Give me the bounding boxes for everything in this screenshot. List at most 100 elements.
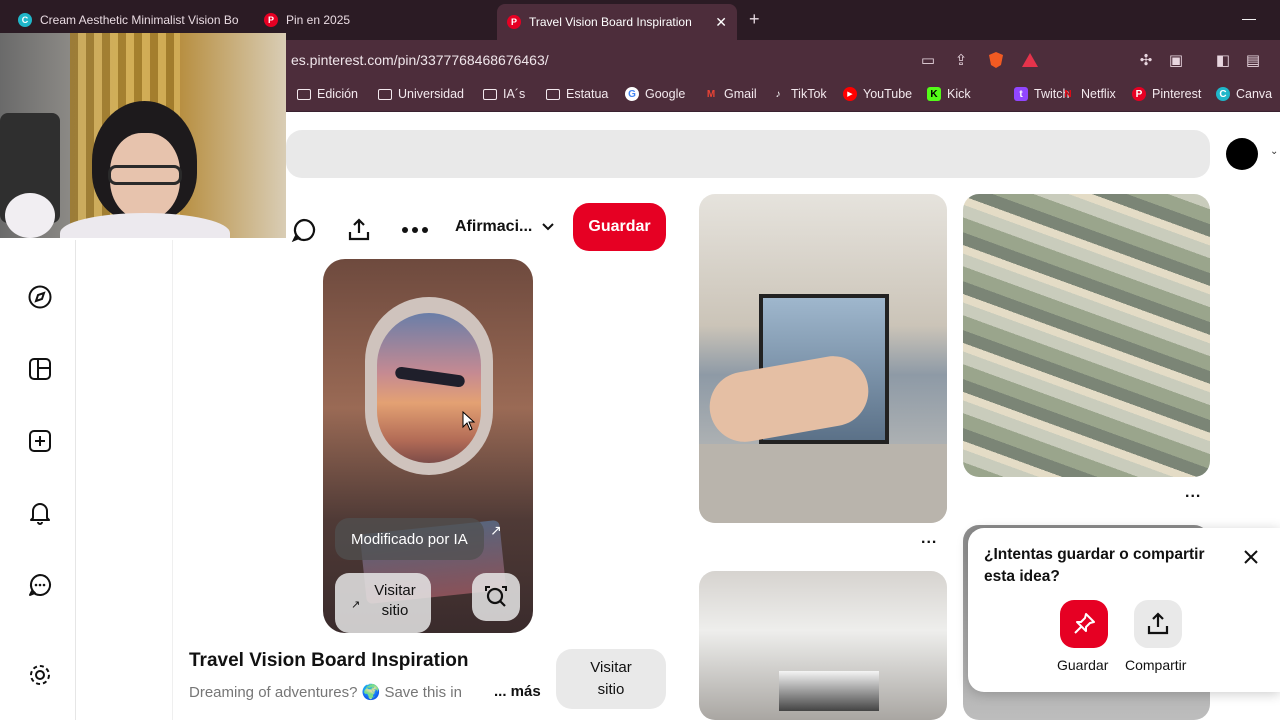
related-pin-house-keys[interactable] <box>699 194 947 523</box>
close-icon[interactable] <box>1242 548 1260 566</box>
folder-icon <box>483 88 497 100</box>
bookmark-netflix[interactable]: N Netflix <box>1061 87 1116 101</box>
bookmark-ias[interactable]: IA´s <box>483 87 525 101</box>
books-stack <box>779 671 879 711</box>
left-navigation <box>0 240 76 720</box>
wallet-icon[interactable]: ▤ <box>1243 50 1263 70</box>
notifications-bell-icon[interactable] <box>27 500 53 526</box>
share-upload-icon[interactable] <box>345 216 373 244</box>
messages-icon[interactable] <box>27 572 53 598</box>
ai-modified-badge[interactable]: Modificado por IA <box>335 518 484 560</box>
webcam-overlay <box>0 33 286 238</box>
tab-canva-vision-board[interactable]: C Cream Aesthetic Minimalist Vision Bo <box>8 5 240 35</box>
bookmark-label: IA´s <box>503 87 526 101</box>
external-arrow-icon: ↗ <box>351 599 361 611</box>
popup-title: ¿Intentas guardar o compartir esta idea? <box>984 546 1205 585</box>
window-sunset-view <box>377 313 481 463</box>
tab-travel-vision-board[interactable]: P Travel Vision Board Inspiration ✕ <box>497 4 737 40</box>
share-icon[interactable]: ⇪ <box>951 50 971 70</box>
bookmark-canva[interactable]: C Canva <box>1216 87 1272 101</box>
popup-share-button[interactable] <box>1134 600 1182 648</box>
pinterest-icon: P <box>1132 87 1146 101</box>
more-options-icon[interactable] <box>401 216 429 244</box>
google-icon: G <box>625 87 639 101</box>
bookmark-label: TikTok <box>791 87 827 101</box>
twitch-icon: t <box>1014 87 1028 101</box>
comment-icon[interactable] <box>290 216 318 244</box>
glasses <box>108 165 182 185</box>
bookmark-label: Canva <box>1236 87 1273 101</box>
brave-shield-icon[interactable] <box>986 50 1006 70</box>
external-arrow-icon: ↗ <box>490 522 502 538</box>
url-field[interactable]: es.pinterest.com/pin/3377768468676463/ <box>291 52 549 68</box>
popup-share-label: Compartir <box>1125 657 1187 673</box>
canva-icon: C <box>18 13 32 27</box>
visit-site-overlay-button[interactable]: ↗ Visitar sitio <box>335 573 431 633</box>
settings-gear-icon[interactable] <box>27 662 53 688</box>
gmail-icon: M <box>706 88 716 100</box>
bookmark-label: Universidad <box>398 87 465 101</box>
visual-search-lens-button[interactable] <box>472 573 520 621</box>
sidebar-toggle-icon[interactable]: ◧ <box>1213 50 1233 70</box>
avatar[interactable] <box>1226 138 1258 170</box>
reading-list-icon[interactable]: ▣ <box>1166 50 1186 70</box>
close-tab-icon[interactable]: ✕ <box>715 14 727 31</box>
new-tab-button[interactable]: + <box>749 9 760 30</box>
youtube-icon: ▶ <box>843 87 857 101</box>
bookmark-label: Google <box>645 87 686 101</box>
visit-site-label: Visitar sitio <box>590 659 632 698</box>
save-share-prompt: ¿Intentas guardar o compartir esta idea?… <box>968 528 1280 692</box>
folder-icon <box>297 88 311 100</box>
netflix-icon: N <box>1064 88 1072 100</box>
visit-site-button[interactable]: Visitar sitio <box>556 649 666 709</box>
bookmark-kick[interactable]: K Kick <box>927 87 971 101</box>
related-pin-money-stacks[interactable] <box>963 194 1210 477</box>
canva-icon: C <box>1216 87 1230 101</box>
explore-icon[interactable] <box>27 284 53 310</box>
folder-icon <box>546 88 560 100</box>
bookmark-edicion[interactable]: Edición <box>297 87 358 101</box>
pinterest-icon: P <box>264 13 278 27</box>
folder-icon <box>378 88 392 100</box>
bookmark-label: Pinterest <box>1152 87 1202 101</box>
bookmark-label: YouTube <box>863 87 913 101</box>
bookmark-google[interactable]: G Google <box>625 87 685 101</box>
popup-save-button[interactable] <box>1060 600 1108 648</box>
minimize-window-icon[interactable]: — <box>1242 10 1256 26</box>
bookmark-estatua[interactable]: Estatua <box>546 87 608 101</box>
related-pin-books-flowers[interactable] <box>699 571 947 720</box>
chevron-down-icon[interactable]: ⌄ <box>1270 146 1278 157</box>
save-button[interactable]: Guardar <box>573 203 666 251</box>
bookmark-universidad[interactable]: Universidad <box>378 87 464 101</box>
bookmark-label: Gmail <box>724 87 757 101</box>
pin-title: Travel Vision Board Inspiration <box>189 650 469 671</box>
pin-more-options[interactable]: ... <box>921 530 937 548</box>
extensions-icon[interactable]: ✣ <box>1136 50 1156 70</box>
bookmark-label: Netflix <box>1081 87 1116 101</box>
bookmark-youtube[interactable]: ▶ YouTube <box>843 87 912 101</box>
boards-icon[interactable] <box>27 356 53 382</box>
brave-rewards-icon[interactable] <box>1020 50 1040 70</box>
tiktok-icon: ♪ <box>775 88 781 100</box>
tab-title: Travel Vision Board Inspiration <box>529 15 692 29</box>
create-icon[interactable] <box>27 428 53 454</box>
search-input[interactable] <box>286 130 1210 178</box>
bookmark-gmail[interactable]: M Gmail <box>704 87 757 101</box>
board-selector[interactable]: Afirmaci... <box>455 218 555 236</box>
pin-more-options[interactable]: ... <box>1185 484 1201 502</box>
cast-icon[interactable]: ▭ <box>918 50 938 70</box>
board-name: Afirmaci... <box>455 218 533 235</box>
plush-toy <box>5 193 55 238</box>
bookmark-label: Edición <box>317 87 358 101</box>
mouse-cursor-icon <box>462 411 476 431</box>
pin-description: Dreaming of adventures? 🌍 Save this in <box>189 684 462 701</box>
bookmark-pinterest[interactable]: P Pinterest <box>1132 87 1201 101</box>
bookmark-tiktok[interactable]: ♪ TikTok <box>771 87 827 101</box>
floor <box>699 444 947 523</box>
popup-save-label: Guardar <box>1057 657 1109 673</box>
kick-icon: K <box>927 87 941 101</box>
more-text-link[interactable]: ... más <box>492 683 541 700</box>
tab-pin-2025[interactable]: P Pin en 2025 <box>254 5 494 35</box>
visit-site-label: Visitar sitio <box>374 582 416 619</box>
lens-search-icon <box>485 586 507 607</box>
